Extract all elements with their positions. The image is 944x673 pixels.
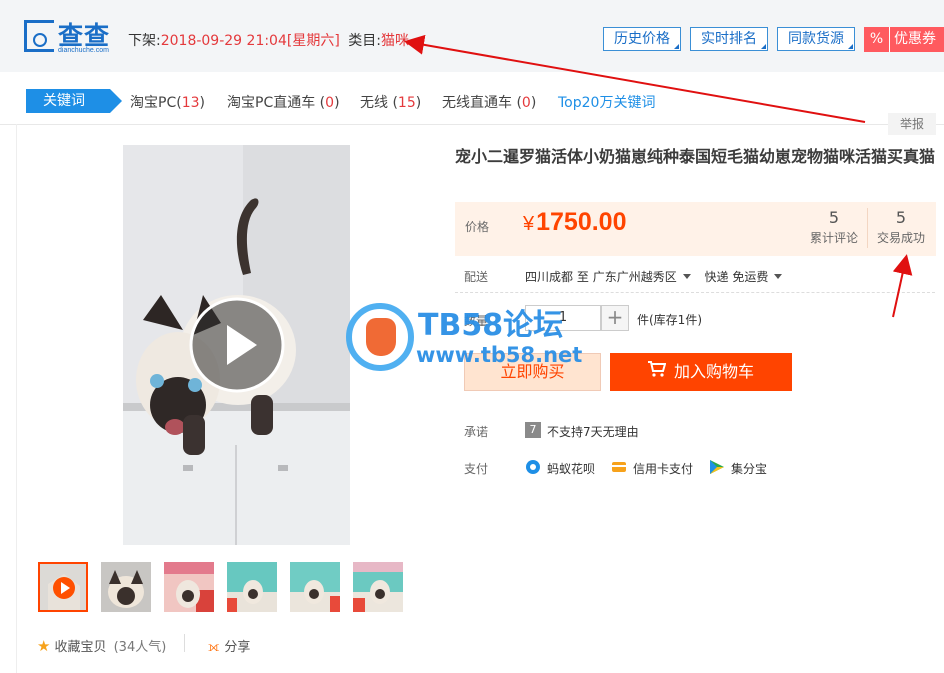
annotation-arrow-deals [892,254,913,318]
annotation-arrows [404,34,913,318]
annotation-arrow-category [404,34,866,123]
